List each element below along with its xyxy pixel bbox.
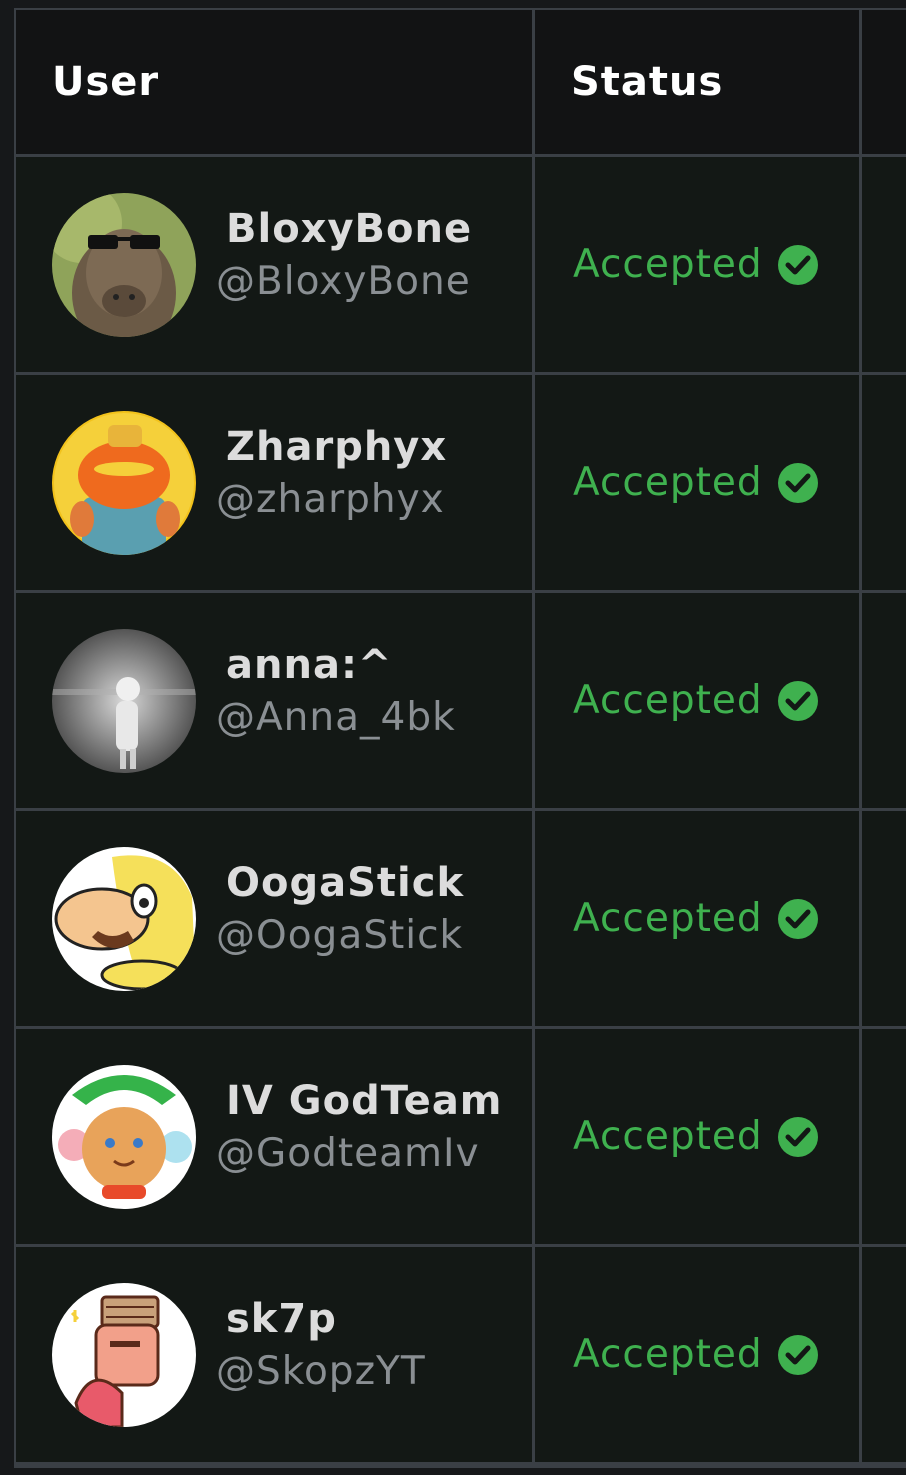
user-names: sk7p @SkopzYT bbox=[216, 1293, 426, 1399]
avatar[interactable] bbox=[52, 1065, 196, 1209]
table-row-status-cell: Accepted bbox=[535, 157, 859, 372]
invites-table: User Status BloxyBone @BloxyBone Accepte… bbox=[14, 8, 906, 1468]
avatar[interactable] bbox=[52, 629, 196, 773]
avatar[interactable] bbox=[52, 193, 196, 337]
table-row-status-cell: Accepted bbox=[535, 375, 859, 590]
user-handle: @BloxyBone bbox=[216, 259, 471, 304]
display-name: IV GodTeam bbox=[226, 1078, 503, 1124]
status-label: Accepted bbox=[573, 678, 763, 723]
avatar[interactable] bbox=[52, 1283, 196, 1427]
table-row-extra-cell bbox=[862, 811, 906, 1026]
check-circle-icon bbox=[777, 680, 819, 722]
table-row-user-cell[interactable]: IV GodTeam @GodteamIv bbox=[16, 1029, 532, 1244]
orange-cookie-avatar-icon bbox=[52, 1065, 196, 1209]
table-row-extra-cell bbox=[862, 375, 906, 590]
check-circle-icon bbox=[777, 898, 819, 940]
check-circle-icon bbox=[777, 462, 819, 504]
check-circle-icon bbox=[777, 1334, 819, 1376]
capybara-sunglasses-avatar-icon bbox=[52, 193, 196, 337]
display-name: sk7p bbox=[226, 1296, 337, 1342]
table-row-user-cell[interactable]: sk7p @SkopzYT bbox=[16, 1247, 532, 1462]
user-names: Zharphyx @zharphyx bbox=[216, 421, 447, 527]
table-row-status-cell: Accepted bbox=[535, 1247, 859, 1462]
table-row-status-cell: Accepted bbox=[535, 593, 859, 808]
status-label: Accepted bbox=[573, 242, 763, 287]
column-header-user-label: User bbox=[52, 59, 160, 105]
status-label: Accepted bbox=[573, 896, 763, 941]
user-names: anna:^ @Anna_4bk bbox=[216, 639, 456, 745]
table-row-extra-cell bbox=[862, 593, 906, 808]
column-header-status-label: Status bbox=[571, 59, 724, 105]
orange-fish-avatar-icon bbox=[52, 411, 196, 555]
avatar[interactable] bbox=[52, 411, 196, 555]
cartoon-character-avatar-icon bbox=[52, 847, 196, 991]
display-name: Zharphyx bbox=[226, 424, 448, 470]
user-handle: @Anna_4bk bbox=[216, 695, 456, 740]
grayscale-figure-avatar-icon bbox=[52, 629, 196, 773]
user-handle: @zharphyx bbox=[216, 477, 445, 522]
user-handle: @OogaStick bbox=[216, 913, 464, 958]
user-handle: @SkopzYT bbox=[216, 1349, 426, 1394]
check-circle-icon bbox=[777, 244, 819, 286]
table-row-user-cell[interactable]: Zharphyx @zharphyx bbox=[16, 375, 532, 590]
column-header-user: User bbox=[16, 10, 532, 154]
user-names: BloxyBone @BloxyBone bbox=[216, 203, 472, 309]
pink-character-avatar-icon bbox=[52, 1283, 196, 1427]
status-label: Accepted bbox=[573, 460, 763, 505]
user-handle: @GodteamIv bbox=[216, 1131, 480, 1176]
user-names: IV GodTeam @GodteamIv bbox=[216, 1075, 502, 1181]
display-name: anna:^ bbox=[226, 642, 393, 688]
table-row-extra-cell bbox=[862, 157, 906, 372]
table-row-user-cell[interactable]: OogaStick @OogaStick bbox=[16, 811, 532, 1026]
check-circle-icon bbox=[777, 1116, 819, 1158]
avatar[interactable] bbox=[52, 847, 196, 991]
table-row-extra-cell bbox=[862, 1029, 906, 1244]
table-row-status-cell: Accepted bbox=[535, 811, 859, 1026]
table-row-status-cell: Accepted bbox=[535, 1029, 859, 1244]
user-names: OogaStick @OogaStick bbox=[216, 857, 464, 963]
column-header-extra bbox=[862, 10, 906, 154]
table-grid: User Status BloxyBone @BloxyBone Accepte… bbox=[14, 8, 906, 1462]
table-row-extra-cell bbox=[862, 1247, 906, 1462]
display-name: OogaStick bbox=[226, 860, 465, 906]
table-row-user-cell[interactable]: anna:^ @Anna_4bk bbox=[16, 593, 532, 808]
status-label: Accepted bbox=[573, 1332, 763, 1377]
table-row-user-cell[interactable]: BloxyBone @BloxyBone bbox=[16, 157, 532, 372]
column-header-status: Status bbox=[535, 10, 859, 154]
display-name: BloxyBone bbox=[226, 206, 473, 252]
status-label: Accepted bbox=[573, 1114, 763, 1159]
